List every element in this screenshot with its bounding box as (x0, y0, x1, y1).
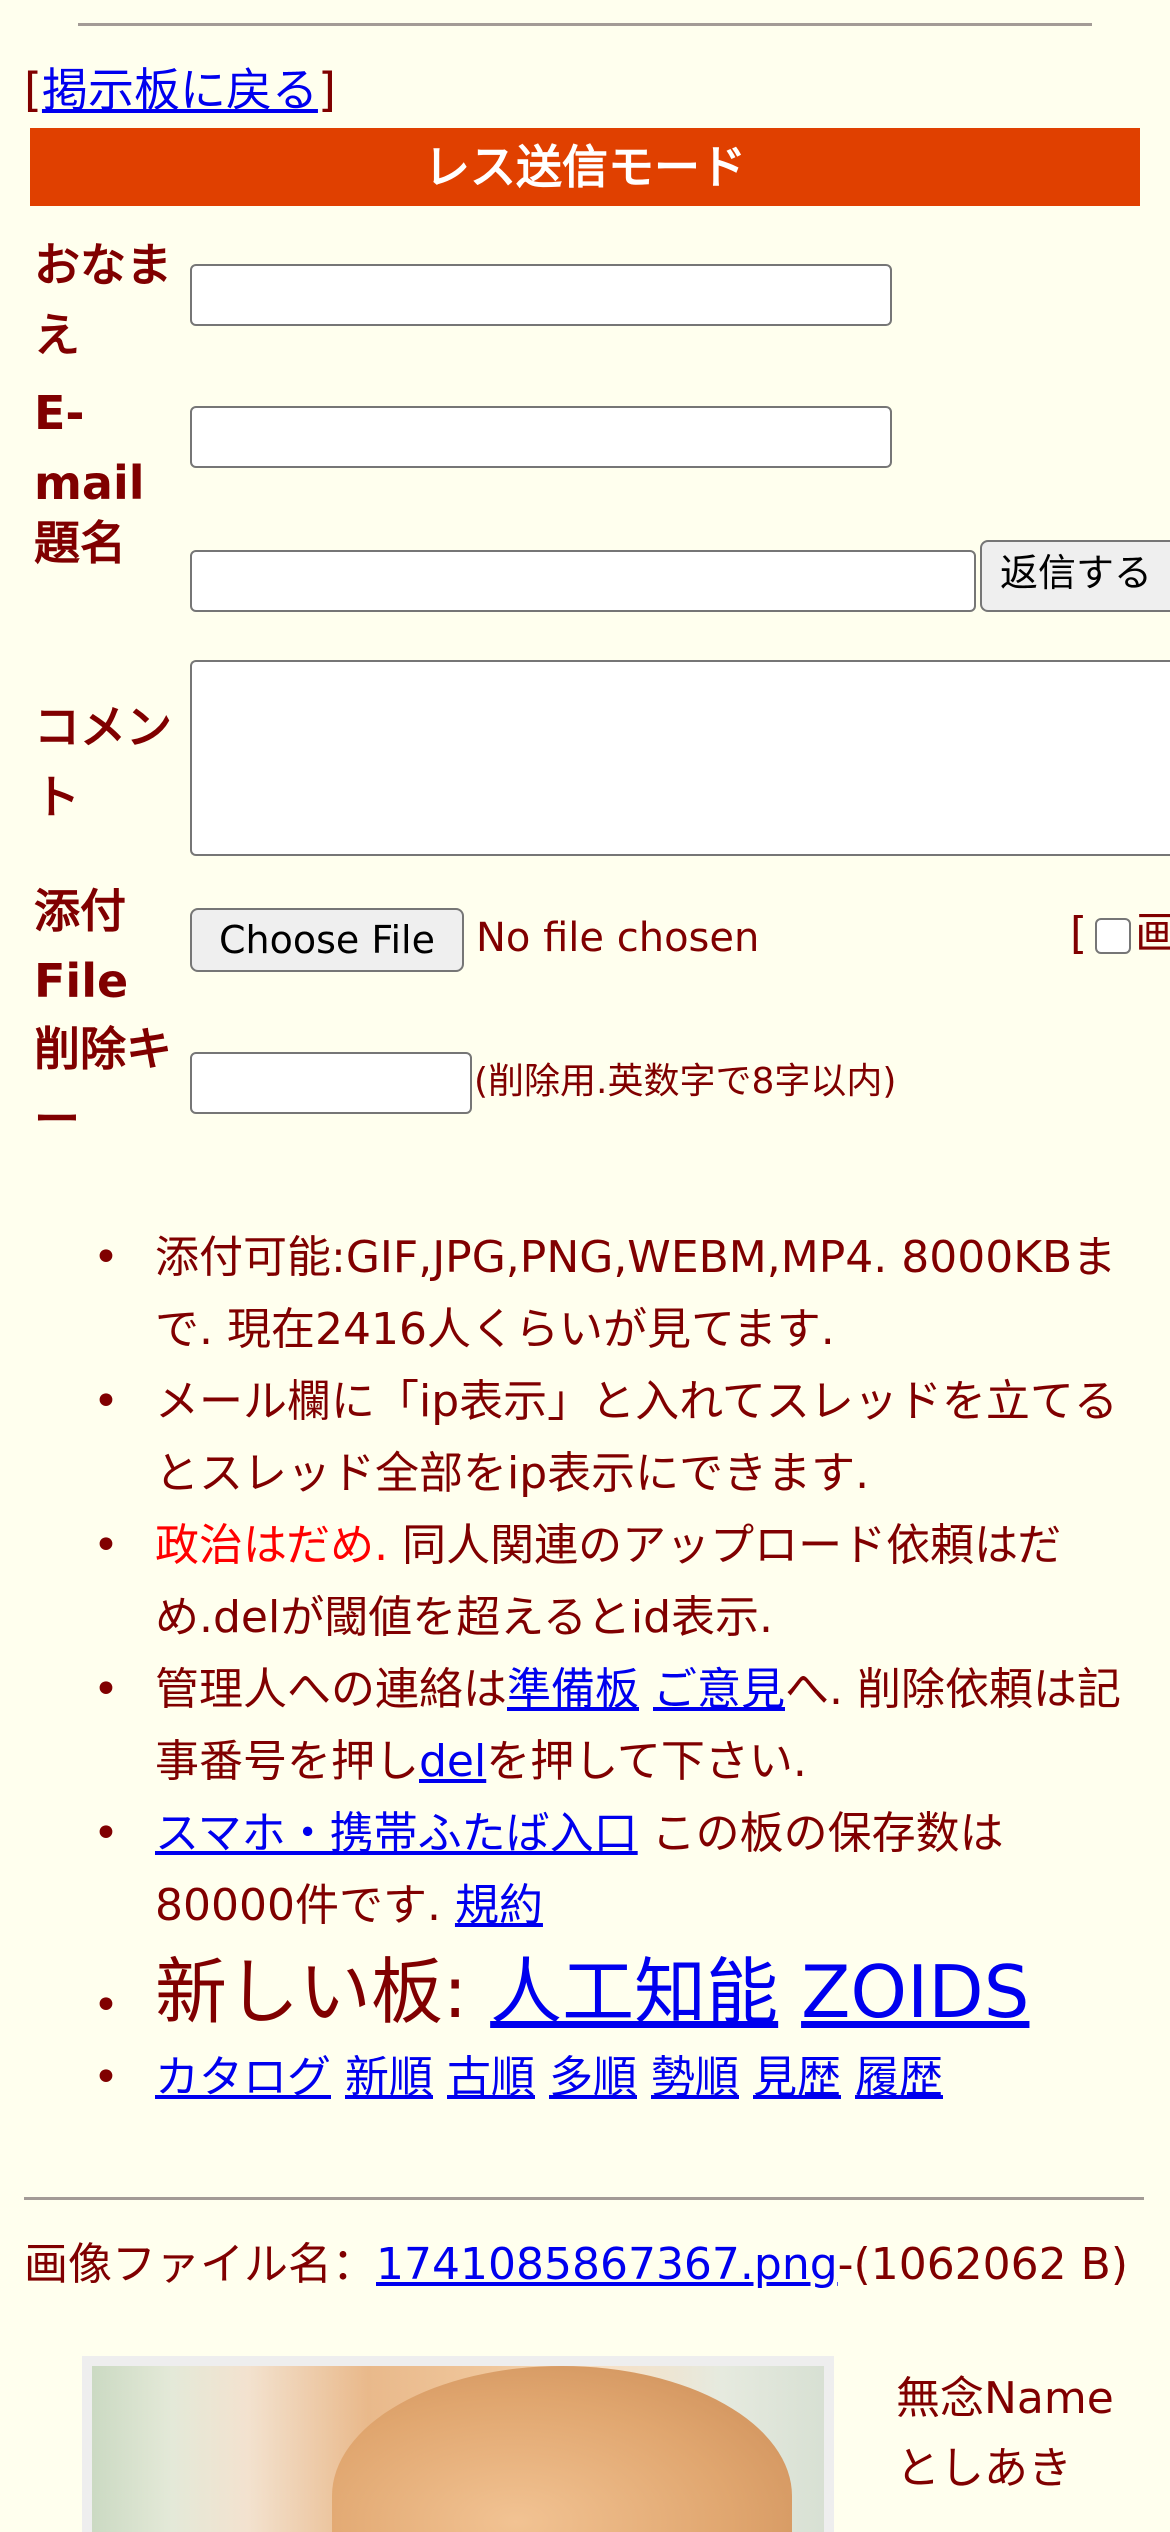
name-label: おなまえ (34, 238, 172, 362)
rule-new-boards: 新しい板: 人工知能 ZOIDS (93, 1942, 1140, 2056)
file-chosen-status: No file chosen (476, 915, 760, 961)
rule-attach-info: 添付可能:GIF,JPG,PNG,WEBM,MP4. 8000KBまで. 現在2… (93, 1222, 1140, 1366)
zoids-board-link[interactable]: ZOIDS (801, 1950, 1029, 2034)
email-label: E-mail (34, 386, 145, 510)
rule-ip-text: メール欄に「ip表示」と入れてスレッドを立てるとスレッド全部をip表示にできます… (155, 1376, 1118, 1499)
sort-momentum-link[interactable]: 勢順 (651, 2052, 739, 2103)
reply-mode-header: レス送信モード (30, 128, 1140, 206)
comment-textarea[interactable] (190, 660, 1170, 856)
image-file-info: 画像ファイル名：1741085867367.png-(1062062 B) (24, 2235, 1144, 2295)
image-only-option: [画 (1070, 904, 1170, 964)
sort-many-link[interactable]: 多順 (549, 2052, 637, 2103)
name-input[interactable] (190, 264, 892, 326)
delete-key-note: (削除用.英数字で8字以内) (474, 1061, 897, 1102)
poster-info: 無念Name としあき (896, 2364, 1114, 2504)
image-file-size: -(1062062 B) (837, 2239, 1128, 2290)
rule-attach-text: 添付可能:GIF,JPG,PNG,WEBM,MP4. 8000KBまで. 現在2… (155, 1232, 1117, 1355)
del-link[interactable]: del (419, 1736, 486, 1787)
rule-mobile: スマホ・携帯ふたば入口 この板の保存数は80000件です. 規約 (93, 1798, 1140, 1942)
image-file-prefix: 画像ファイル名： (24, 2239, 376, 2290)
delete-key-input[interactable] (190, 1052, 472, 1114)
image-file-link[interactable]: 1741085867367.png (376, 2239, 838, 2290)
page: [掲示板に戻る] レス送信モード おなまえ E-mail 題名 返信する コメン… (0, 0, 1170, 2532)
thumbnail-frame (82, 2356, 834, 2532)
poster-id: としあき (896, 2443, 1072, 2494)
delete-key-label: 削除キー (34, 1022, 172, 1146)
rule-ip-display: メール欄に「ip表示」と入れてスレッドを立てるとスレッド全部をip表示にできます… (93, 1366, 1140, 1510)
image-flag-label: 画 (1135, 908, 1170, 959)
bracket-open: [ (24, 63, 42, 117)
new-boards-label: 新しい板: (155, 1950, 491, 2034)
subject-input[interactable] (190, 550, 976, 612)
image-flag-bracket: [ (1070, 908, 1088, 959)
sort-new-link[interactable]: 新順 (345, 2052, 433, 2103)
rule-politics: 政治はだめ. 同人関連のアップロード依頼はだめ.delが閾値を超えるとid表示. (93, 1510, 1140, 1654)
image-only-checkbox[interactable] (1095, 918, 1132, 954)
rule-contact-pre: 管理人への連絡は (155, 1664, 507, 1715)
ai-board-link[interactable]: 人工知能 (490, 1950, 778, 2034)
attach-label: 添付File (34, 884, 129, 1008)
rule-contact: 管理人への連絡は準備板 ご意見へ. 削除依頼は記事番号を押しdelを押して下さい… (93, 1654, 1140, 1798)
rule-contact-post: を押して下さい. (486, 1736, 807, 1787)
prep-board-link[interactable]: 準備板 (507, 1664, 639, 1715)
comment-label: コメント (34, 700, 172, 824)
board-rules-list: 添付可能:GIF,JPG,PNG,WEBM,MP4. 8000KBまで. 現在2… (60, 1222, 1140, 2114)
mobile-entrance-link[interactable]: スマホ・携帯ふたば入口 (155, 1808, 638, 1859)
rule-politics-warning: 政治はだめ. (155, 1520, 389, 1571)
sort-old-link[interactable]: 古順 (447, 2052, 535, 2103)
bracket-close: ] (317, 63, 336, 117)
catalog-link[interactable]: カタログ (155, 2052, 331, 2103)
top-divider (78, 23, 1092, 26)
history-link[interactable]: 履歴 (855, 2052, 943, 2103)
reply-submit-button[interactable]: 返信する (980, 540, 1170, 612)
back-to-board-link[interactable]: 掲示板に戻る (42, 63, 318, 117)
back-to-board: [掲示板に戻る] (24, 62, 336, 118)
choose-file-button[interactable]: Choose File (190, 908, 464, 972)
sort-links-row: カタログ 新順 古順 多順 勢順 見歴 履歴 (93, 2042, 1140, 2114)
subject-label: 題名 (34, 516, 126, 570)
poster-name: 無念Name (896, 2373, 1114, 2424)
thread-divider (24, 2197, 1144, 2200)
opinion-link[interactable]: ご意見 (653, 1664, 785, 1715)
terms-link[interactable]: 規約 (455, 1880, 543, 1931)
email-input[interactable] (190, 406, 892, 468)
view-history-link[interactable]: 見歴 (753, 2052, 841, 2103)
post-image-thumbnail[interactable] (82, 2356, 834, 2532)
